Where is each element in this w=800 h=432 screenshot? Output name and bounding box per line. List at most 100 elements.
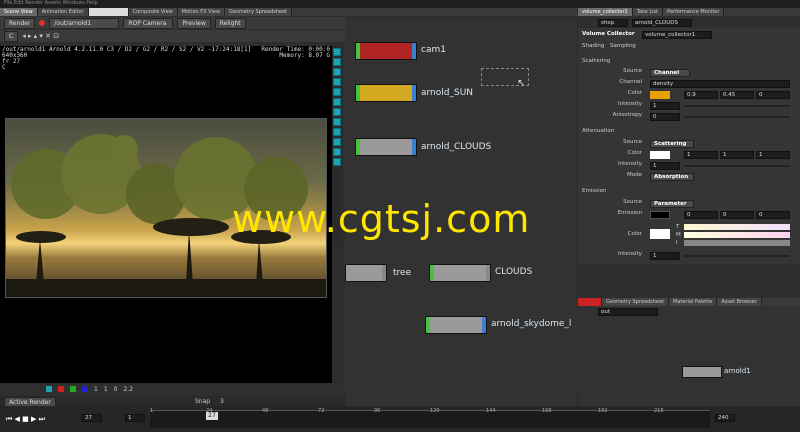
att-color-g-field[interactable]: 1: [720, 151, 754, 159]
tool-icon-7[interactable]: [333, 108, 341, 116]
em-intensity-field[interactable]: 1: [650, 252, 680, 260]
tick-label: 1: [150, 408, 154, 414]
temperature-bar[interactable]: [684, 224, 790, 230]
param-subtabs: Shading Sampling: [578, 42, 800, 52]
tab-geometry-spreadsheet-lr[interactable]: Geometry Spreadsheet: [602, 298, 670, 306]
tab-asset-browser[interactable]: Asset Browser: [717, 298, 762, 306]
scatter-intensity-field[interactable]: 1: [650, 102, 680, 110]
node-tree[interactable]: [345, 264, 387, 282]
tab-network-lr[interactable]: [578, 298, 602, 306]
path-node[interactable]: arnold_CLOUDS: [632, 19, 692, 27]
path-shop[interactable]: shop: [598, 19, 628, 27]
tool-icon-4[interactable]: [333, 78, 341, 86]
subtab-sampling[interactable]: Sampling: [610, 43, 636, 49]
snap-value[interactable]: 3: [220, 398, 224, 405]
tab-animation-editor[interactable]: Animation Editor: [37, 8, 89, 16]
relight-toggle[interactable]: Relight: [214, 17, 246, 29]
scatter-source-menu[interactable]: Channel: [650, 69, 690, 77]
color-b-field[interactable]: 0: [756, 91, 790, 99]
tool-icon-1[interactable]: [333, 48, 341, 56]
render-path[interactable]: /out/arnold1: [49, 17, 120, 29]
tick-label: 144: [486, 408, 496, 414]
green-channel-icon[interactable]: [70, 386, 76, 392]
color-g-field[interactable]: 0.45: [720, 91, 754, 99]
em-g-field[interactable]: 0: [720, 211, 754, 219]
i-bar[interactable]: [684, 240, 790, 246]
channel-field[interactable]: density: [650, 80, 790, 88]
tab-performance-monitor[interactable]: Performance Monitor: [663, 8, 725, 16]
frame-field[interactable]: 27: [82, 414, 102, 422]
emission-swatch[interactable]: [650, 211, 670, 219]
tab-volume-collector[interactable]: volume_collector1: [578, 8, 633, 16]
scatter-color-swatch[interactable]: [650, 91, 670, 99]
tool-icon-3[interactable]: [333, 68, 341, 76]
node-arnold-sun[interactable]: [355, 84, 417, 102]
tab-composite-view[interactable]: Composite View: [128, 8, 178, 16]
att-color-b-field[interactable]: 1: [756, 151, 790, 159]
out-network-editor[interactable]: out arnold1: [578, 306, 800, 406]
nav-icons[interactable]: ◂ ▸ ▴ ▾ ✕ ⊡: [22, 32, 59, 40]
tab-material-palette[interactable]: Material Palette: [669, 298, 718, 306]
value-2[interactable]: 1: [104, 386, 108, 393]
node-arnold-clouds[interactable]: [355, 138, 417, 156]
tab-scene-view[interactable]: Scene View: [0, 8, 38, 16]
node-label-clouds: CLOUDS: [495, 267, 533, 277]
menu-bar[interactable]: File Edit Render Assets Windows Help: [0, 0, 800, 8]
channel-c-button[interactable]: C: [4, 30, 19, 42]
m-bar[interactable]: [684, 232, 790, 238]
tool-icon-10[interactable]: [333, 138, 341, 146]
render-toolbar: Render /out/arnold1 ROP Camera Preview R…: [0, 17, 345, 29]
tool-icon-12[interactable]: [333, 158, 341, 166]
node-clouds[interactable]: [429, 264, 491, 282]
att-source-menu[interactable]: Scattering: [650, 140, 694, 148]
red-channel-icon[interactable]: [58, 386, 64, 392]
out-path[interactable]: out: [598, 308, 658, 316]
gamma-value[interactable]: 2.2: [123, 386, 133, 393]
node-arnold1[interactable]: [682, 366, 722, 378]
stop-icon[interactable]: [39, 20, 46, 26]
render-info: /out/arnold1 Arnold 4.2.11.0 C3 / D2 / G…: [2, 46, 252, 71]
tool-icon-11[interactable]: [333, 148, 341, 156]
end-frame-field[interactable]: 240: [715, 414, 735, 422]
label-m: M: [676, 232, 681, 238]
scatter-intensity-slider[interactable]: [684, 105, 790, 107]
value-3[interactable]: 0: [114, 386, 118, 393]
node-name-field[interactable]: volume_collector1: [642, 31, 712, 39]
tool-icon-6[interactable]: [333, 98, 341, 106]
em-intensity-slider[interactable]: [684, 255, 790, 257]
mode-menu[interactable]: Absorption: [650, 173, 694, 181]
tab-blank[interactable]: [88, 8, 129, 16]
att-color-swatch[interactable]: [650, 151, 670, 159]
att-intensity-field[interactable]: 1: [650, 162, 680, 170]
snap-label: Snap: [195, 398, 211, 405]
display-icon[interactable]: [46, 386, 52, 392]
anisotropy-slider[interactable]: [684, 116, 790, 118]
tool-icon-5[interactable]: [333, 88, 341, 96]
tool-icon-8[interactable]: [333, 118, 341, 126]
node-cam1[interactable]: [355, 42, 417, 60]
blue-channel-icon[interactable]: [82, 386, 88, 392]
em-color-swatch[interactable]: [650, 229, 670, 239]
value-1[interactable]: 1: [94, 386, 98, 393]
tab-geometry-spreadsheet[interactable]: Geometry Spreadsheet: [225, 8, 293, 16]
tick-label: 24: [206, 408, 213, 414]
att-intensity-slider[interactable]: [684, 165, 790, 167]
step-field[interactable]: 1: [125, 414, 145, 422]
em-r-field[interactable]: 0: [684, 211, 718, 219]
anisotropy-field[interactable]: 0: [650, 113, 680, 121]
camera-menu[interactable]: ROP Camera: [123, 17, 174, 29]
tab-take-list[interactable]: Take List: [632, 8, 664, 16]
em-source-menu[interactable]: Parameter: [650, 200, 694, 208]
em-b-field[interactable]: 0: [756, 211, 790, 219]
preview-toggle[interactable]: Preview: [177, 17, 211, 29]
render-button[interactable]: Render: [4, 17, 36, 29]
att-color-r-field[interactable]: 1: [684, 151, 718, 159]
node-arnold-skydome[interactable]: [425, 316, 487, 334]
tool-icon-9[interactable]: [333, 128, 341, 136]
tool-icon-2[interactable]: [333, 58, 341, 66]
color-r-field[interactable]: 0.9: [684, 91, 718, 99]
label-t: T: [676, 224, 680, 230]
subtab-shading[interactable]: Shading: [582, 43, 604, 49]
tab-motion-fx[interactable]: Motion FX View: [177, 8, 226, 16]
playback-controls[interactable]: ⏮ ◀ ■ ▶ ⏭: [6, 415, 45, 424]
